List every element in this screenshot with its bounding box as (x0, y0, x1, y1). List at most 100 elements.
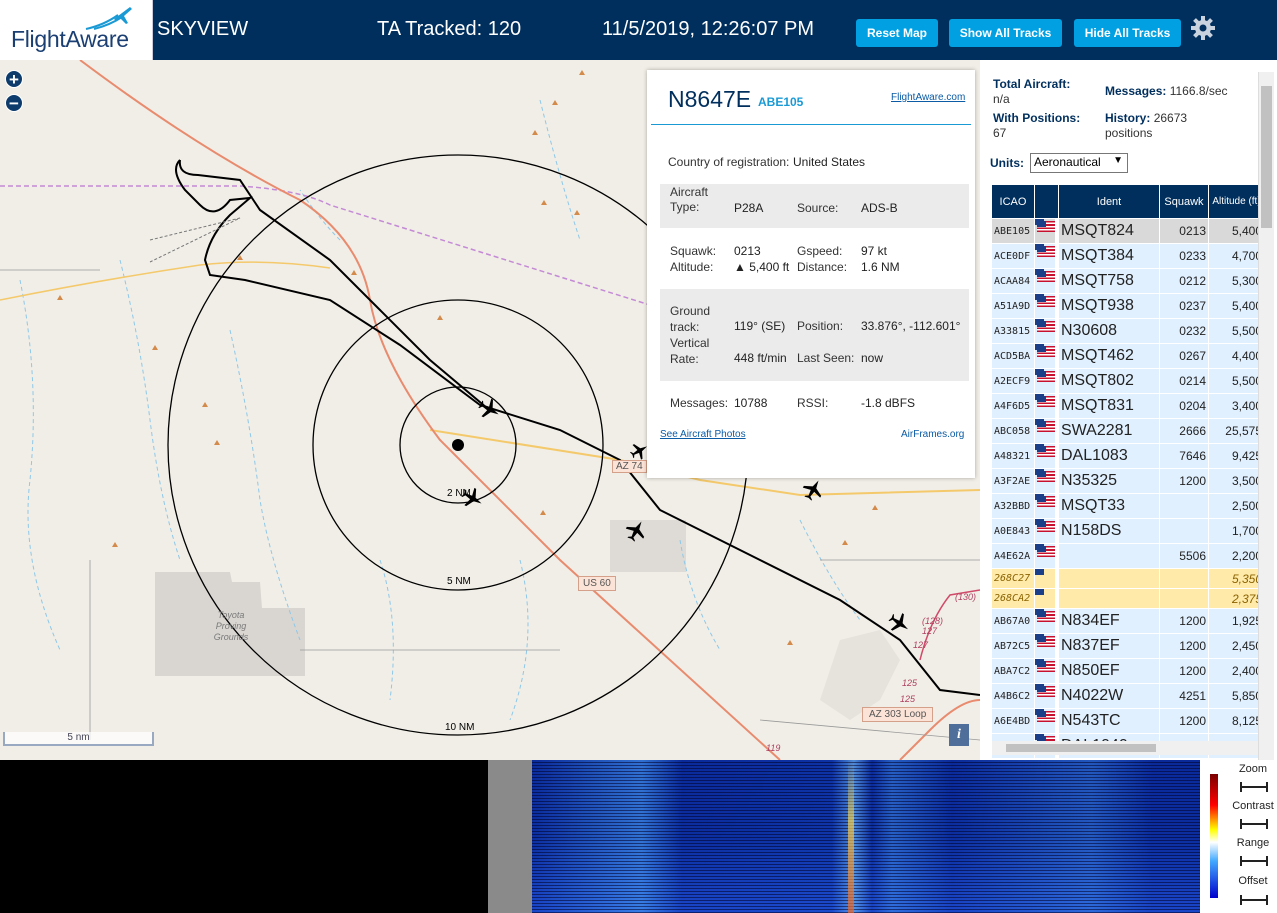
table-row[interactable]: ABC058 SWA2281 2666 25,575 (992, 419, 1264, 443)
show-all-tracks-button[interactable]: Show All Tracks (949, 19, 1062, 47)
zoom-out-button[interactable]: − (5, 94, 23, 112)
icao-cell: A6E4BD (992, 709, 1034, 733)
table-row[interactable]: 268CA2 2,375 (992, 589, 1264, 608)
table-row[interactable]: A4F6D5 MSQT831 0204 3,400 (992, 394, 1264, 418)
scrollbar-thumb[interactable] (1261, 86, 1272, 228)
squawk-cell: 2666 (1160, 419, 1208, 443)
aircraft-icon[interactable] (623, 518, 649, 544)
altitude-cell: 2,400 (1209, 659, 1264, 683)
gear-icon[interactable] (1190, 15, 1216, 41)
us-flag-icon (1037, 321, 1055, 333)
us-flag-icon (1037, 711, 1055, 723)
altitude-cell: 5,500 (1209, 369, 1264, 393)
ident-cell: MSQT384 (1059, 244, 1159, 268)
icao-cell: A33815 (992, 319, 1034, 343)
table-row[interactable]: A3F2AE N35325 1200 3,500 (992, 469, 1264, 493)
us-flag-icon (1037, 246, 1055, 258)
aircraft-icon-selected[interactable] (476, 396, 502, 422)
flag-cell (1035, 544, 1055, 568)
sidebar-vertical-scrollbar[interactable] (1258, 72, 1274, 760)
route-number: 127 (913, 640, 929, 650)
table-row[interactable]: A4B6C2 N4022W 4251 5,850 (992, 684, 1264, 708)
airframes-link[interactable]: AirFrames.org (901, 429, 964, 440)
us-flag-icon (1037, 296, 1055, 308)
range-slider[interactable] (1240, 856, 1268, 866)
signal-peak (848, 760, 854, 913)
table-row[interactable]: A6E4BD N543TC 1200 8,125 (992, 709, 1264, 733)
aircraft-icon[interactable] (800, 477, 826, 503)
flag-cell (1035, 659, 1055, 683)
squawk-cell (1160, 494, 1208, 518)
column-header-icao[interactable]: ICAO (992, 185, 1034, 218)
flag-cell (1035, 634, 1055, 658)
spectrum-panel: Zoom Contrast Range Offset (0, 760, 1277, 913)
table-row[interactable]: A33815 N30608 0232 5,500 (992, 319, 1264, 343)
scrollbar-thumb[interactable] (1006, 744, 1156, 752)
zoom-in-button[interactable]: + (5, 70, 23, 88)
squawk-label: Squawk: (670, 244, 717, 258)
contrast-control-label: Contrast (1232, 800, 1274, 812)
aircraft-icon[interactable] (886, 610, 912, 636)
table-row[interactable]: A0E843 N158DS 1,700 (992, 519, 1264, 543)
info-icon[interactable]: i (949, 724, 969, 746)
us-flag-icon (1037, 496, 1055, 508)
table-row[interactable]: ACAA84 MSQT758 0212 5,300 (992, 269, 1264, 293)
table-row[interactable]: ACD5BA MSQT462 0267 4,400 (992, 344, 1264, 368)
ident-cell: N837EF (1059, 634, 1159, 658)
table-row[interactable]: A2ECF9 MSQT802 0214 5,500 (992, 369, 1264, 393)
flag-cell (1035, 589, 1055, 608)
flightaware-logo[interactable]: FlightAware (0, 0, 153, 60)
contrast-slider[interactable] (1240, 819, 1268, 829)
column-header-ident[interactable]: Ident (1059, 185, 1159, 218)
table-row[interactable]: A4E62A 5506 2,200 (992, 544, 1264, 568)
ident-cell: N850EF (1059, 659, 1159, 683)
gspeed-value: 97 kt (861, 244, 888, 258)
table-row[interactable]: ABE105 MSQT824 0213 5,400 (992, 219, 1264, 243)
column-header-squawk[interactable]: Squawk (1160, 185, 1208, 218)
column-header-altitude[interactable]: Altitude (ft) (1209, 185, 1264, 218)
icao-cell: AB72C5 (992, 634, 1034, 658)
rssi-label: RSSI: (797, 396, 829, 410)
waterfall-display[interactable] (532, 760, 1200, 913)
flag-cell (1035, 569, 1055, 588)
squawk-cell: 0212 (1160, 269, 1208, 293)
gspeed-label: Gspeed: (797, 244, 843, 258)
selected-icao: ABE105 (758, 95, 804, 109)
aircraft-photos-link[interactable]: See Aircraft Photos (660, 429, 746, 440)
table-row[interactable]: AB72C5 N837EF 1200 2,450 (992, 634, 1264, 658)
table-row[interactable]: A51A9D MSQT938 0237 5,400 (992, 294, 1264, 318)
squawk-cell: 0237 (1160, 294, 1208, 318)
flag-cell (1035, 609, 1055, 633)
zoom-slider[interactable] (1240, 782, 1268, 792)
icao-cell: ABE105 (992, 219, 1034, 243)
hide-all-tracks-button[interactable]: Hide All Tracks (1074, 19, 1181, 47)
zoom-control-label: Zoom (1238, 763, 1268, 775)
reset-map-button[interactable]: Reset Map (856, 19, 938, 47)
table-row[interactable]: ACE0DF MSQT384 0233 4,700 (992, 244, 1264, 268)
ground-track-value: 119° (SE) (734, 319, 786, 333)
table-row[interactable]: A48321 DAL1083 7646 9,425 (992, 444, 1264, 468)
column-header-flag[interactable] (1035, 185, 1058, 218)
panel-divider (488, 760, 532, 913)
units-select[interactable]: Aeronautical ▼ (1030, 153, 1128, 173)
offset-slider[interactable] (1240, 895, 1268, 905)
table-row[interactable]: AB67A0 N834EF 1200 1,925 (992, 609, 1264, 633)
place-label-proving-grounds: Toyota Proving Grounds (213, 610, 249, 642)
squawk-cell (1160, 569, 1208, 588)
ident-cell: DAL1083 (1059, 444, 1159, 468)
source-value: ADS-B (861, 201, 898, 215)
table-row[interactable]: A32BBD MSQT33 2,500 (992, 494, 1264, 518)
aircraft-icon[interactable] (459, 485, 485, 511)
route-number: 125 (902, 678, 918, 688)
altitude-label: Altitude: (670, 260, 714, 274)
table-horizontal-scrollbar[interactable] (992, 741, 1258, 755)
table-row[interactable]: 268C27 5,350 (992, 569, 1264, 588)
boundary-line (0, 185, 651, 306)
flag-cell (1035, 344, 1055, 368)
flightaware-link[interactable]: FlightAware.com (891, 92, 965, 103)
table-row[interactable]: ABA7C2 N850EF 1200 2,400 (992, 659, 1264, 683)
waterfall-controls: Zoom Contrast Range Offset (1200, 760, 1277, 913)
total-aircraft-label: Total Aircraft: (993, 77, 1071, 91)
messages-rate: Messages: 1166.8/sec (1105, 84, 1228, 98)
ground-track-label: Ground track: (670, 304, 711, 334)
